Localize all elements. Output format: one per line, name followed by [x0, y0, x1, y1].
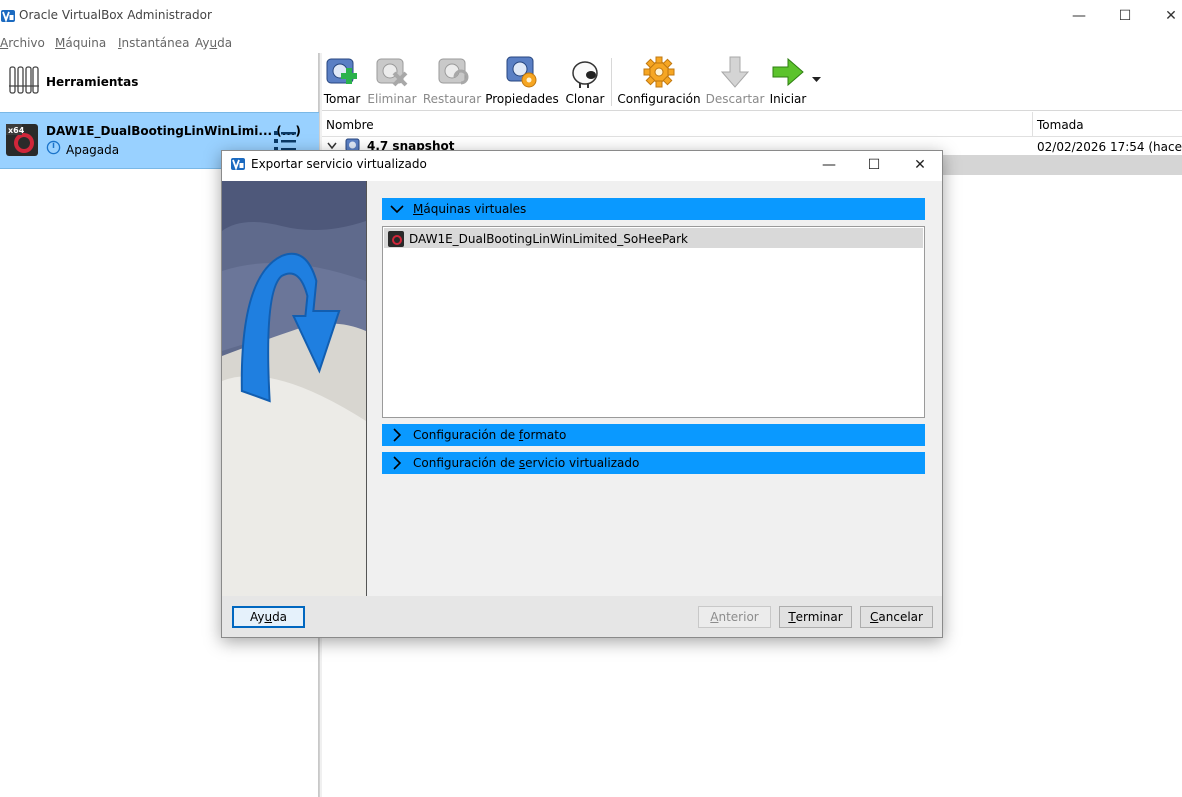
- clone-icon: [572, 61, 598, 88]
- vm-export-list[interactable]: [382, 226, 925, 418]
- vm-export-list-item-label: DAW1E_DualBootingLinWinLimited_SoHeePark: [409, 232, 688, 246]
- virtualbox-logo-icon: [231, 158, 245, 171]
- restore-snapshot-button[interactable]: Restaurar: [423, 55, 481, 109]
- menu-instantanea[interactable]: Instantánea: [118, 36, 189, 50]
- settings-button[interactable]: Configuración: [617, 55, 701, 109]
- column-taken-header[interactable]: Tomada: [1037, 118, 1084, 132]
- chevron-down-icon: [390, 205, 404, 214]
- snapshot-taken-date: 02/02/2026 17:54 (hace 1 día): [1037, 140, 1182, 154]
- menu-archivo[interactable]: Archivo: [0, 36, 45, 50]
- dialog-minimize-button[interactable]: —: [806, 151, 852, 179]
- power-off-icon: [46, 140, 61, 155]
- delete-snapshot-button[interactable]: Eliminar: [367, 55, 417, 109]
- tools-icon: [9, 66, 39, 94]
- vm-os-icon: [388, 231, 404, 247]
- section-format-settings[interactable]: Configuración de formato: [382, 424, 925, 446]
- chevron-right-icon: [393, 428, 402, 442]
- discard-button[interactable]: Descartar: [706, 55, 764, 109]
- take-snapshot-button[interactable]: Tomar: [324, 55, 360, 109]
- column-name-header[interactable]: Nombre: [326, 118, 374, 132]
- chevron-right-icon: [393, 456, 402, 470]
- export-wizard-illustration: [222, 181, 367, 596]
- section-virtual-machines[interactable]: Máquinas virtuales: [382, 198, 925, 220]
- settings-gear-icon: [643, 56, 675, 88]
- maximize-button[interactable]: ☐: [1102, 0, 1148, 31]
- close-button[interactable]: ✕: [1148, 0, 1182, 31]
- vm-name: DAW1E_DualBootingLinWinLimi... (...): [46, 124, 301, 138]
- discard-arrow-icon: [720, 56, 750, 88]
- section-appliance-settings[interactable]: Configuración de servicio virtualizado: [382, 452, 925, 474]
- tree-expand-chevron-icon[interactable]: [327, 142, 337, 150]
- tools-label: Herramientas: [46, 75, 139, 89]
- svg-text:x64: x64: [8, 126, 25, 135]
- minimize-button[interactable]: —: [1056, 0, 1102, 31]
- properties-icon: [506, 56, 537, 88]
- menu-ayuda[interactable]: Ayuda: [195, 36, 232, 50]
- window-title: Oracle VirtualBox Administrador: [19, 8, 212, 22]
- start-arrow-icon: [772, 57, 804, 87]
- toolbar-separator: [611, 58, 612, 106]
- clone-button[interactable]: Clonar: [566, 55, 604, 109]
- take-snapshot-icon: [326, 58, 357, 84]
- section-format-settings-label: Configuración de formato: [413, 428, 567, 442]
- section-appliance-settings-label: Configuración de servicio virtualizado: [413, 456, 640, 470]
- vm-state: Apagada: [66, 143, 120, 157]
- properties-button[interactable]: Propiedades: [485, 55, 559, 109]
- back-button[interactable]: Anterior: [698, 606, 771, 628]
- column-divider[interactable]: [1032, 112, 1033, 137]
- start-button[interactable]: Iniciar: [769, 55, 807, 109]
- section-virtual-machines-label: Máquinas virtuales: [413, 202, 527, 216]
- help-button[interactable]: Ay u da: [232, 606, 305, 628]
- virtualbox-logo-icon: [1, 10, 15, 23]
- dialog-close-button[interactable]: ✕: [897, 151, 943, 179]
- delete-snapshot-icon: [376, 58, 408, 87]
- snapshot-current-state-row[interactable]: [943, 155, 1182, 175]
- cancel-button[interactable]: Cancelar: [860, 606, 933, 628]
- vm-os-icon: x64: [6, 124, 38, 156]
- restore-snapshot-icon: [438, 58, 469, 85]
- dialog-maximize-button[interactable]: ☐: [851, 151, 897, 179]
- start-dropdown-arrow-icon[interactable]: [812, 77, 821, 83]
- dialog-title: Exportar servicio virtualizado: [251, 157, 427, 171]
- menu-maquina[interactable]: Máquina: [55, 36, 106, 50]
- finish-button[interactable]: Terminar: [779, 606, 852, 628]
